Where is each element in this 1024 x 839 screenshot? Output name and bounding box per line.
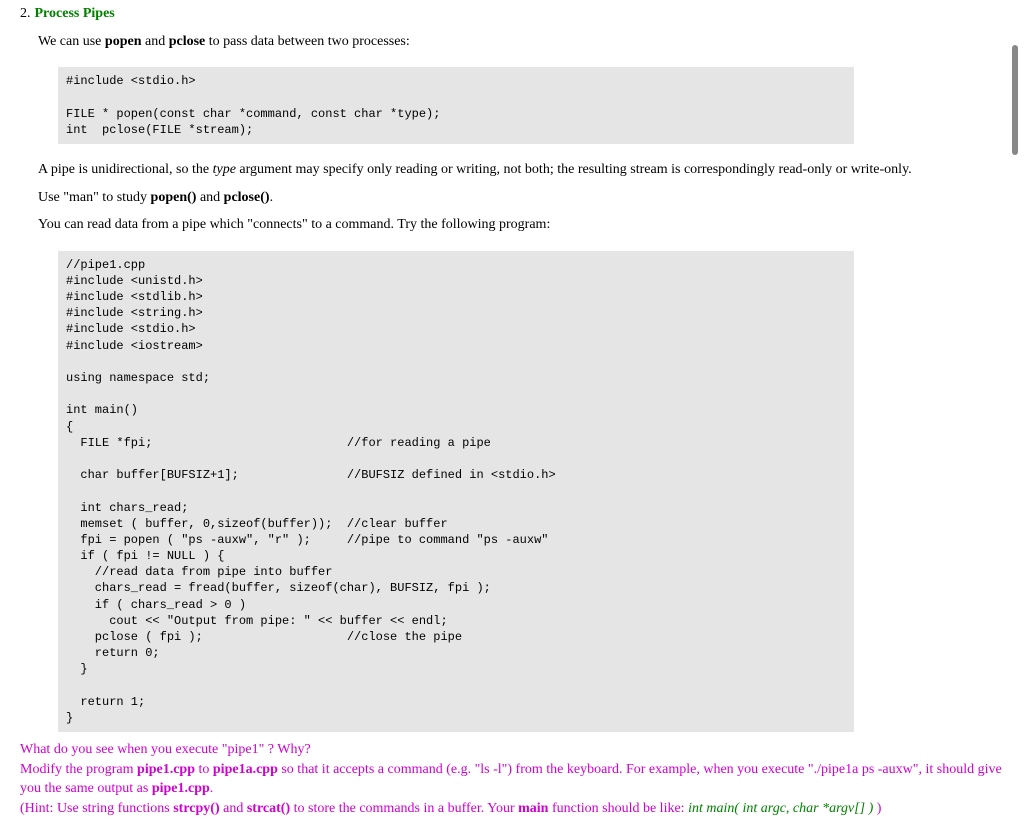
term-popen: popen — [105, 34, 142, 49]
fn-strcpy: strcpy() — [173, 801, 219, 816]
term-pclose: pclose — [169, 34, 206, 49]
page-content: 2. Process Pipes We can use popen and pcl… — [20, 4, 1004, 819]
paragraph-man: Use "man" to study popen() and pclose(). — [38, 188, 1004, 208]
questions-block: What do you see when you execute "pipe1"… — [20, 740, 1004, 818]
fn-strcat: strcat() — [247, 801, 290, 816]
question-2: Modify the program pipe1.cpp to pipe1a.c… — [20, 760, 1004, 799]
scrollbar-thumb[interactable] — [1012, 45, 1018, 155]
question-hint: (Hint: Use string functions strcpy() and… — [20, 799, 1004, 819]
section-heading: 2. Process Pipes — [20, 4, 1004, 24]
term-popen-fn: popen() — [151, 190, 197, 205]
file-pipe1: pipe1.cpp — [137, 762, 195, 777]
code-block-pipe1: //pipe1.cpp #include <unistd.h> #include… — [58, 251, 854, 732]
section-title: Process Pipes — [35, 6, 115, 21]
main-signature: int main( int argc, char *argv[] ) — [688, 801, 873, 816]
file-pipe1-again: pipe1.cpp — [152, 781, 210, 796]
term-pclose-fn: pclose() — [224, 190, 270, 205]
file-pipe1a: pipe1a.cpp — [213, 762, 278, 777]
section-body: We can use popen and pclose to pass data… — [38, 32, 1004, 741]
paragraph-try: You can read data from a pipe which "con… — [38, 215, 1004, 235]
paragraph-intro: We can use popen and pclose to pass data… — [38, 32, 1004, 52]
paragraph-unidirectional: A pipe is unidirectional, so the type ar… — [38, 160, 1004, 180]
section-number: 2. — [20, 6, 31, 21]
code-block-headers: #include <stdio.h> FILE * popen(const ch… — [58, 67, 854, 144]
fn-main: main — [518, 801, 548, 816]
question-1: What do you see when you execute "pipe1"… — [20, 740, 1004, 760]
term-type: type — [213, 162, 236, 177]
